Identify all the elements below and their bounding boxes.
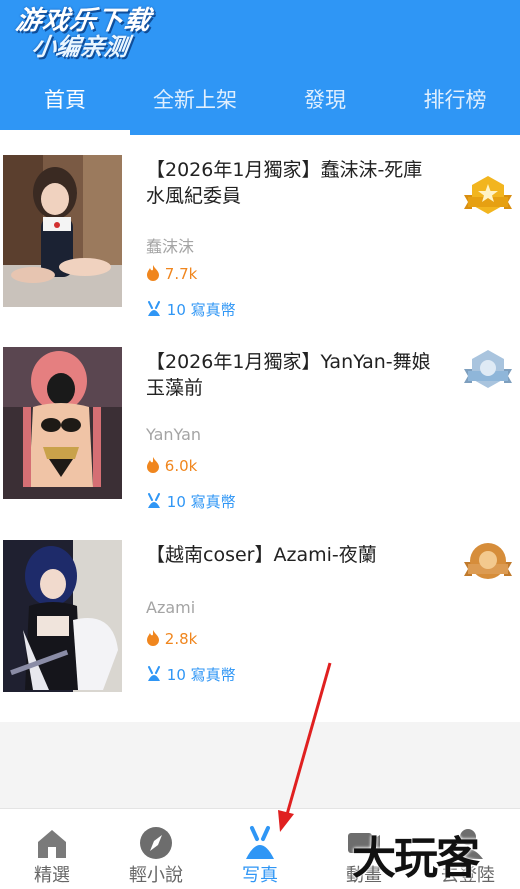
- tab-ranking[interactable]: 排行榜: [390, 70, 520, 135]
- item-thumbnail[interactable]: [3, 347, 122, 499]
- app-header: 游戏乐下载 小编亲测 首頁 全新上架 發現 排行榜: [0, 0, 520, 135]
- watermark-line2: 小编亲测: [30, 33, 131, 62]
- item-views: 7.7k: [146, 265, 197, 283]
- item-price: 10 寫真幣: [146, 299, 236, 320]
- nav-label: 写真: [242, 865, 278, 886]
- tab-discover[interactable]: 發現: [260, 70, 390, 135]
- item-title[interactable]: 【2026年1月獨家】YanYan-舞娘玉藻前: [146, 349, 436, 401]
- fire-icon: [146, 457, 165, 475]
- price-label: 10 寫真幣: [166, 666, 236, 684]
- top-tabs: 首頁 全新上架 發現 排行榜: [0, 70, 520, 135]
- price-label: 10 寫真幣: [166, 493, 236, 511]
- item-thumbnail[interactable]: [3, 155, 122, 307]
- gold-medal-icon: [462, 173, 514, 221]
- item-thumbnail[interactable]: [3, 540, 122, 692]
- fire-icon: [146, 630, 165, 648]
- item-author: Azami: [146, 598, 196, 617]
- list-footer-space: [0, 722, 520, 808]
- silver-medal-icon: [462, 347, 514, 395]
- tab-home[interactable]: 首頁: [0, 70, 130, 135]
- item-title[interactable]: 【2026年1月獨家】蠢沫沫-死庫水風紀委員: [146, 157, 436, 209]
- list-item[interactable]: 【2026年1月獨家】YanYan-舞娘玉藻前 YanYan 6.0k 10 寫…: [0, 347, 520, 537]
- watermark-line1: 游戏乐下载: [13, 6, 153, 36]
- nav-label: 輕小說: [129, 865, 183, 886]
- home-icon: [34, 825, 70, 861]
- compass-icon: [138, 825, 174, 861]
- nav-label: 精選: [34, 865, 70, 886]
- list-item[interactable]: 【2026年1月獨家】蠢沫沫-死庫水風紀委員 蠢沫沫 7.7k 10 寫真幣: [0, 155, 520, 345]
- bunny-icon: [242, 825, 278, 861]
- item-author: YanYan: [146, 425, 202, 444]
- bunny-icon: [146, 666, 167, 684]
- bronze-medal-icon: [462, 540, 514, 588]
- nav-featured[interactable]: 精選: [0, 809, 104, 889]
- item-price: 10 寫真幣: [146, 491, 236, 512]
- list-item[interactable]: 【越南coser】Azami-夜蘭 Azami 2.8k 10 寫真幣: [0, 540, 520, 730]
- item-price: 10 寫真幣: [146, 664, 236, 685]
- views-count: 6.0k: [164, 457, 198, 475]
- item-views: 2.8k: [146, 630, 197, 648]
- fire-icon: [146, 265, 165, 283]
- views-count: 7.7k: [164, 265, 198, 283]
- watermark-logo: 游戏乐下载 小编亲测: [10, 6, 153, 62]
- item-title[interactable]: 【越南coser】Azami-夜蘭: [146, 542, 436, 568]
- price-label: 10 寫真幣: [166, 301, 236, 319]
- bunny-icon: [146, 493, 167, 511]
- overlay-watermark-logo: 大玩客: [352, 833, 480, 884]
- item-author: 蠢沫沫: [146, 237, 195, 256]
- views-count: 2.8k: [164, 630, 198, 648]
- item-views: 6.0k: [146, 457, 197, 475]
- tab-new-arrivals[interactable]: 全新上架: [130, 70, 260, 135]
- nav-photo[interactable]: 写真: [208, 809, 312, 889]
- bunny-icon: [146, 301, 167, 319]
- nav-light-novel[interactable]: 輕小說: [104, 809, 208, 889]
